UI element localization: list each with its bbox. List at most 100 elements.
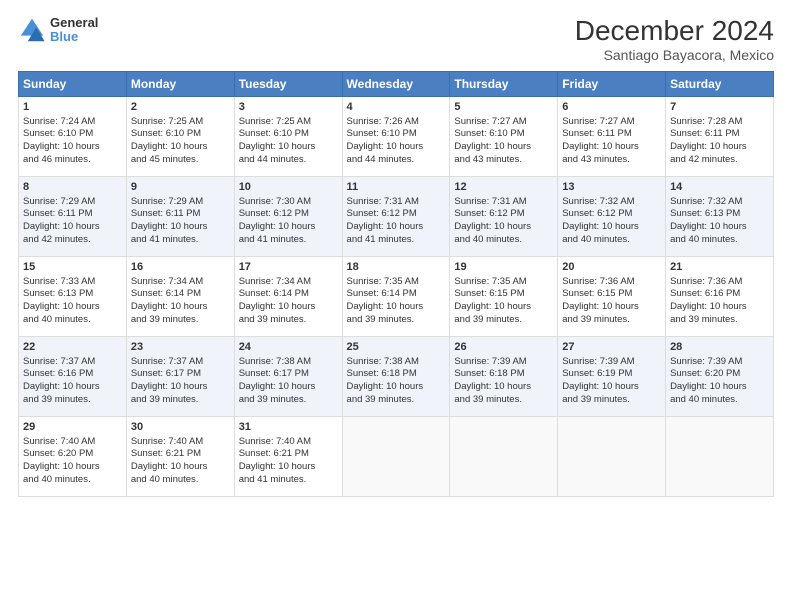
day-number: 17 [239,260,338,275]
sunset-label: Sunset: 6:16 PM [23,368,93,379]
day-number: 5 [454,100,553,115]
daylight-label: Daylight: 10 hours [23,141,100,152]
sunset-label: Sunset: 6:14 PM [239,288,309,299]
daylight-minutes: and 40 minutes. [23,314,91,325]
daylight-label: Daylight: 10 hours [670,141,747,152]
daylight-label: Daylight: 10 hours [670,221,747,232]
day-number: 23 [131,340,230,355]
daylight-label: Daylight: 10 hours [239,301,316,312]
sunrise-label: Sunrise: 7:24 AM [23,116,95,127]
sunrise-label: Sunrise: 7:40 AM [131,436,203,447]
day-number: 20 [562,260,661,275]
sunrise-label: Sunrise: 7:38 AM [239,356,311,367]
calendar-cell: 21Sunrise: 7:36 AMSunset: 6:16 PMDayligh… [666,256,774,336]
sunset-label: Sunset: 6:20 PM [23,448,93,459]
calendar-cell: 9Sunrise: 7:29 AMSunset: 6:11 PMDaylight… [126,176,234,256]
daylight-label: Daylight: 10 hours [454,141,531,152]
daylight-label: Daylight: 10 hours [454,301,531,312]
sunset-label: Sunset: 6:12 PM [239,208,309,219]
daylight-minutes: and 40 minutes. [670,234,738,245]
daylight-minutes: and 42 minutes. [670,154,738,165]
sunset-label: Sunset: 6:15 PM [454,288,524,299]
sunrise-label: Sunrise: 7:29 AM [131,196,203,207]
day-number: 19 [454,260,553,275]
sunset-label: Sunset: 6:12 PM [562,208,632,219]
sunset-label: Sunset: 6:10 PM [347,128,417,139]
sunrise-label: Sunrise: 7:37 AM [23,356,95,367]
daylight-label: Daylight: 10 hours [562,381,639,392]
calendar-week-4: 22Sunrise: 7:37 AMSunset: 6:16 PMDayligh… [19,336,774,416]
daylight-label: Daylight: 10 hours [131,221,208,232]
calendar-cell [450,416,558,496]
sunset-label: Sunset: 6:18 PM [347,368,417,379]
calendar-week-5: 29Sunrise: 7:40 AMSunset: 6:20 PMDayligh… [19,416,774,496]
daylight-label: Daylight: 10 hours [131,381,208,392]
day-number: 7 [670,100,769,115]
daylight-minutes: and 46 minutes. [23,154,91,165]
calendar-cell [558,416,666,496]
calendar: Sunday Monday Tuesday Wednesday Thursday… [18,71,774,497]
daylight-label: Daylight: 10 hours [23,461,100,472]
calendar-cell: 14Sunrise: 7:32 AMSunset: 6:13 PMDayligh… [666,176,774,256]
sunset-label: Sunset: 6:15 PM [562,288,632,299]
calendar-cell: 27Sunrise: 7:39 AMSunset: 6:19 PMDayligh… [558,336,666,416]
day-number: 16 [131,260,230,275]
calendar-cell: 26Sunrise: 7:39 AMSunset: 6:18 PMDayligh… [450,336,558,416]
daylight-minutes: and 40 minutes. [454,234,522,245]
day-number: 6 [562,100,661,115]
calendar-cell: 30Sunrise: 7:40 AMSunset: 6:21 PMDayligh… [126,416,234,496]
logo: General Blue [18,16,98,45]
sunset-label: Sunset: 6:17 PM [239,368,309,379]
daylight-minutes: and 44 minutes. [347,154,415,165]
sunrise-label: Sunrise: 7:35 AM [347,276,419,287]
sunrise-label: Sunrise: 7:34 AM [239,276,311,287]
calendar-body: 1Sunrise: 7:24 AMSunset: 6:10 PMDaylight… [19,96,774,496]
day-number: 2 [131,100,230,115]
calendar-cell: 4Sunrise: 7:26 AMSunset: 6:10 PMDaylight… [342,96,450,176]
daylight-label: Daylight: 10 hours [562,141,639,152]
logo-line2: Blue [50,30,98,44]
sunrise-label: Sunrise: 7:39 AM [454,356,526,367]
sunset-label: Sunset: 6:19 PM [562,368,632,379]
daylight-minutes: and 41 minutes. [131,234,199,245]
day-number: 31 [239,420,338,435]
header-row: Sunday Monday Tuesday Wednesday Thursday… [19,71,774,96]
sunrise-label: Sunrise: 7:30 AM [239,196,311,207]
daylight-label: Daylight: 10 hours [23,221,100,232]
sunrise-label: Sunrise: 7:31 AM [347,196,419,207]
day-number: 28 [670,340,769,355]
sunset-label: Sunset: 6:10 PM [131,128,201,139]
day-number: 15 [23,260,122,275]
sunrise-label: Sunrise: 7:34 AM [131,276,203,287]
daylight-minutes: and 39 minutes. [23,394,91,405]
calendar-cell: 20Sunrise: 7:36 AMSunset: 6:15 PMDayligh… [558,256,666,336]
day-number: 8 [23,180,122,195]
sunrise-label: Sunrise: 7:32 AM [562,196,634,207]
day-number: 1 [23,100,122,115]
day-number: 13 [562,180,661,195]
sunrise-label: Sunrise: 7:37 AM [131,356,203,367]
daylight-minutes: and 39 minutes. [347,394,415,405]
day-number: 22 [23,340,122,355]
daylight-minutes: and 43 minutes. [454,154,522,165]
calendar-cell [666,416,774,496]
daylight-label: Daylight: 10 hours [239,461,316,472]
calendar-cell: 2Sunrise: 7:25 AMSunset: 6:10 PMDaylight… [126,96,234,176]
calendar-cell: 8Sunrise: 7:29 AMSunset: 6:11 PMDaylight… [19,176,127,256]
calendar-cell [342,416,450,496]
sunset-label: Sunset: 6:13 PM [23,288,93,299]
calendar-cell: 11Sunrise: 7:31 AMSunset: 6:12 PMDayligh… [342,176,450,256]
sunset-label: Sunset: 6:10 PM [23,128,93,139]
day-number: 26 [454,340,553,355]
day-number: 3 [239,100,338,115]
day-number: 11 [347,180,446,195]
calendar-cell: 18Sunrise: 7:35 AMSunset: 6:14 PMDayligh… [342,256,450,336]
daylight-label: Daylight: 10 hours [131,301,208,312]
sunset-label: Sunset: 6:12 PM [347,208,417,219]
day-number: 10 [239,180,338,195]
sunset-label: Sunset: 6:14 PM [347,288,417,299]
daylight-minutes: and 40 minutes. [131,474,199,485]
sunset-label: Sunset: 6:11 PM [562,128,632,139]
daylight-minutes: and 39 minutes. [131,394,199,405]
page-subtitle: Santiago Bayacora, Mexico [575,47,774,63]
